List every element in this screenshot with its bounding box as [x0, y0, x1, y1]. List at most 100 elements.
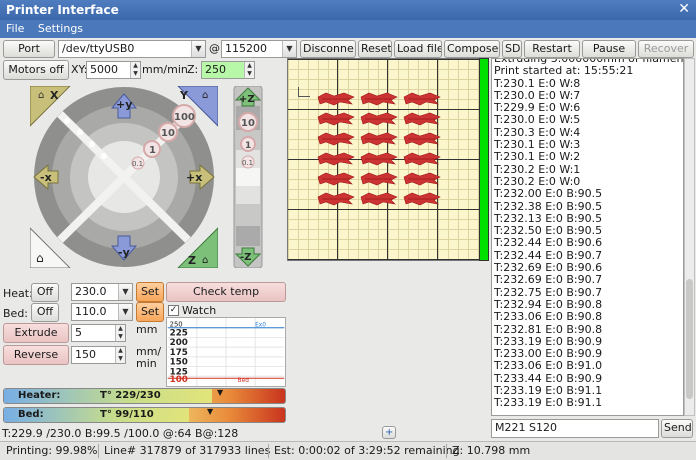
console-line: T:233.19 E:0 B:91.1 — [494, 396, 603, 410]
graph-tick: 200 — [170, 338, 188, 348]
reverse-button[interactable]: Reverse — [3, 345, 69, 365]
print-part — [360, 152, 398, 166]
heat-set-button[interactable]: Set — [136, 282, 164, 302]
extrude-feedrate-value: 150 — [75, 348, 96, 361]
port-button[interactable]: Port — [3, 40, 55, 58]
step-10-label: 10 — [161, 128, 175, 139]
z-feedrate-value: 250 — [205, 63, 226, 76]
load-file-button[interactable]: Load file — [394, 40, 442, 58]
extrude-length-input[interactable]: 5 ▲ ▼ — [71, 324, 126, 342]
bed-off-button[interactable]: Off — [31, 303, 59, 322]
bed-temp-bar: Bed: T° 99/110 ▼ — [3, 407, 286, 423]
port-select[interactable]: /dev/ttyUSB0 ▼ — [58, 40, 206, 58]
z-step-01-zone[interactable] — [236, 168, 260, 186]
graph-tick: 150 — [170, 358, 188, 368]
z-step-1-zone[interactable] — [236, 204, 260, 226]
xy-feedrate-input[interactable]: 5000 ▲ ▼ — [86, 61, 141, 79]
plus-x-label: +x — [186, 171, 202, 184]
z-step-01-zone[interactable] — [236, 186, 260, 204]
compose-button[interactable]: Compose — [444, 40, 500, 58]
bed-target-select[interactable]: 110.0 ▼ — [71, 303, 133, 321]
home-x-label: X — [50, 89, 59, 102]
print-part — [317, 92, 355, 106]
check-temp-button[interactable]: Check temp — [166, 282, 286, 302]
step-100-label: 100 — [174, 112, 195, 123]
home-icon: ⌂ — [36, 251, 44, 265]
reset-button[interactable]: Reset — [358, 40, 392, 58]
log-scrollbar[interactable] — [684, 58, 695, 416]
watch-checkbox[interactable]: ✓ — [168, 305, 179, 316]
menu-file[interactable]: File — [6, 22, 24, 35]
graph-tick: 225 — [170, 328, 188, 338]
spinner-icon[interactable]: ▲ ▼ — [244, 62, 254, 78]
minus-x-label: -x — [40, 171, 52, 184]
plus-z-label: +Z — [239, 94, 255, 105]
console-log[interactable]: Extruding 3.000000mm of filament. Print s… — [491, 58, 684, 416]
plus-y-label: +y — [116, 98, 132, 111]
home-icon: ⌂ — [202, 255, 208, 266]
graph-legend-ex0: Ex0 — [255, 323, 266, 329]
ring-dot — [77, 129, 83, 135]
xy-jog-control[interactable]: ⌂ X Y ⌂ ⌂ Z ⌂ +y -y -x +x 100 10 1 0.1 — [30, 86, 218, 268]
z-step-1-label: 1 — [245, 141, 251, 151]
recover-button[interactable]: Recover — [638, 40, 694, 58]
window-title-bar: Printer Interface — [0, 0, 696, 20]
extrude-button[interactable]: Extrude — [3, 323, 69, 343]
pause-button[interactable]: Pause — [582, 40, 636, 58]
print-parts — [317, 92, 441, 206]
menu-settings[interactable]: Settings — [38, 22, 83, 35]
status-estimate: Est: 0:00:02 of 3:29:52 remaining — [274, 444, 460, 457]
heater-bar-value: T° 229/230 — [100, 390, 161, 401]
heat-off-button[interactable]: Off — [31, 283, 59, 302]
console-line: T:232.38 E:0 B:90.5 — [494, 199, 603, 213]
z-step-10-zone[interactable] — [236, 226, 260, 246]
spinner-icon[interactable]: ▲ ▼ — [115, 325, 125, 341]
at-label: @ — [209, 42, 220, 55]
send-button[interactable]: Send — [661, 419, 693, 438]
status-separator — [268, 444, 269, 458]
spinner-icon[interactable]: ▲ ▼ — [130, 62, 140, 78]
ring-dot — [64, 118, 70, 124]
home-icon: ⌂ — [202, 90, 208, 101]
print-part — [403, 92, 441, 106]
heat-label: Heat: — [3, 287, 33, 300]
extrude-length-value: 5 — [75, 326, 82, 339]
feedrate-units-label-2: min — [136, 357, 157, 370]
console-line: T:230.0 E:0 W:5 — [494, 113, 581, 127]
bed-bar-value: T° 99/110 — [100, 409, 154, 420]
chevron-down-icon: ▼ — [118, 304, 132, 320]
z-feedrate-input[interactable]: 250 ▲ ▼ — [201, 61, 255, 79]
gcode-command-input[interactable]: M221 S120 — [491, 419, 659, 438]
motors-off-button[interactable]: Motors off — [3, 60, 69, 80]
log-scrollbar-thumb[interactable] — [686, 279, 693, 399]
home-icon: ⌂ — [38, 90, 44, 101]
bed-target-marker-icon: ▼ — [207, 407, 214, 416]
bed-label: Bed: — [3, 307, 29, 320]
z-jog-control[interactable]: +Z -Z 10 1 0.1 — [232, 86, 264, 268]
console-lines: Extruding 3.000000mm of filament. Print s… — [494, 59, 683, 410]
print-part — [403, 132, 441, 146]
print-progress-fill — [480, 59, 488, 260]
chevron-down-icon: ▼ — [282, 41, 296, 57]
close-icon[interactable]: ✕ — [678, 1, 690, 17]
z-step-01-label: 0.1 — [242, 159, 253, 167]
restart-button[interactable]: Restart — [524, 40, 580, 58]
print-part — [360, 92, 398, 106]
step-01-label: 0.1 — [132, 160, 143, 168]
spinner-icon[interactable]: ▲ ▼ — [115, 347, 125, 363]
bed-set-button[interactable]: Set — [136, 302, 164, 322]
port-value: /dev/ttyUSB0 — [62, 42, 135, 55]
status-printing: Printing: 99.98% — [6, 444, 98, 457]
disconnect-button[interactable]: Disconne — [300, 40, 356, 58]
home-y-label: Y — [179, 89, 189, 102]
z-label: Z: — [187, 63, 199, 76]
expand-icon[interactable]: + — [382, 426, 396, 439]
print-preview[interactable] — [287, 58, 489, 261]
ring-dot — [89, 141, 95, 147]
heat-target-select[interactable]: 230.0 ▼ — [71, 283, 133, 301]
heater-target-marker-icon: ▼ — [217, 388, 224, 397]
print-part — [317, 132, 355, 146]
extrude-feedrate-input[interactable]: 150 ▲ ▼ — [71, 346, 126, 364]
baud-select[interactable]: 115200 ▼ — [221, 40, 297, 58]
sd-button[interactable]: SD — [502, 40, 522, 58]
